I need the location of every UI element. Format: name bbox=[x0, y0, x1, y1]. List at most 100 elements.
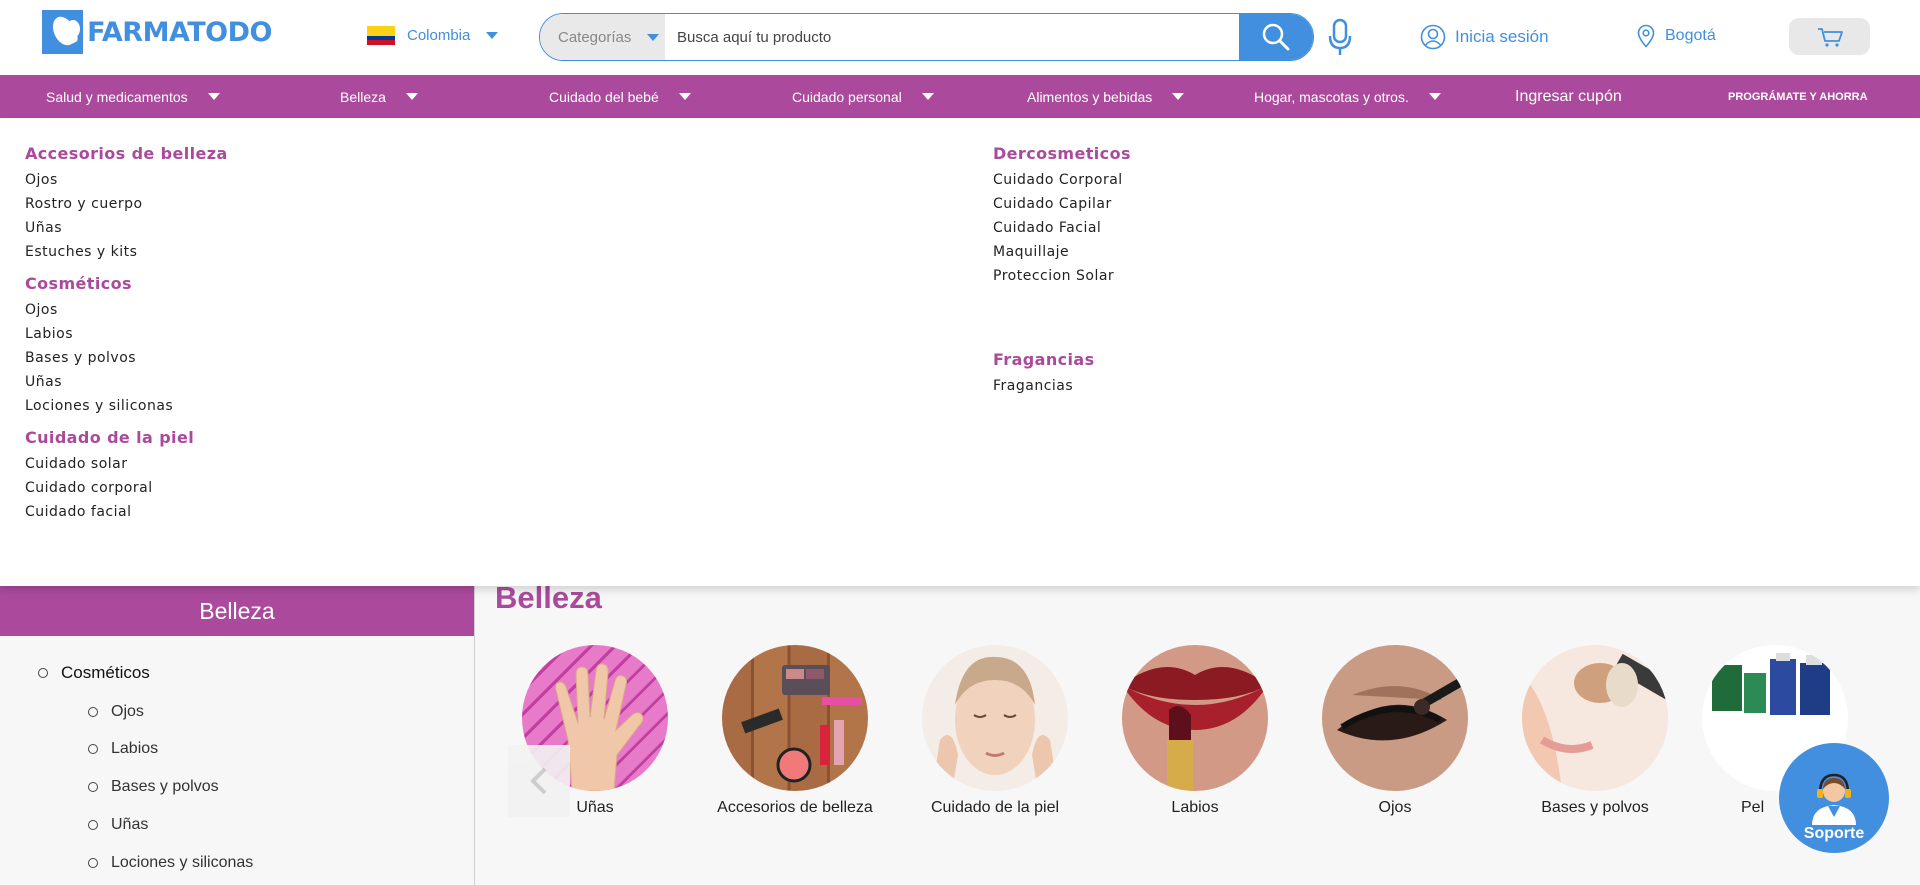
mega-menu-left-column: Accesorios de belleza Ojos Rostro y cuer… bbox=[25, 142, 228, 532]
sidebar-item-label: Labios bbox=[111, 740, 159, 757]
chevron-left-icon bbox=[530, 767, 547, 795]
nav-item-hogar[interactable]: Hogar, mascotas y otros. bbox=[1254, 75, 1441, 118]
category-card-labios[interactable]: Labios bbox=[1105, 645, 1285, 816]
user-icon bbox=[1420, 24, 1446, 50]
mega-link[interactable]: Rostro y cuerpo bbox=[25, 192, 228, 216]
mega-link[interactable]: Cuidado Capilar bbox=[993, 192, 1131, 216]
mega-group-title[interactable]: Accesorios de belleza bbox=[25, 142, 228, 166]
category-image bbox=[1322, 645, 1468, 791]
nav-item-alimentos[interactable]: Alimentos y bebidas bbox=[1027, 75, 1185, 118]
nav-item-label: Hogar, mascotas y otros. bbox=[1254, 88, 1409, 105]
mega-link[interactable]: Uñas bbox=[25, 370, 228, 394]
logo-mark-icon bbox=[42, 10, 84, 54]
login-label: Inicia sesión bbox=[1455, 27, 1549, 46]
radio-icon bbox=[38, 668, 48, 678]
category-nav: Salud y medicamentos Belleza Cuidado del… bbox=[0, 75, 1920, 118]
category-card-ojos[interactable]: Ojos bbox=[1305, 645, 1485, 816]
mega-link[interactable]: Cuidado Corporal bbox=[993, 168, 1131, 192]
chevron-down-icon bbox=[921, 93, 934, 100]
category-card-accesorios[interactable]: Accesorios de belleza bbox=[705, 645, 885, 816]
category-label: Cuidado de la piel bbox=[930, 799, 1060, 816]
chevron-down-icon bbox=[678, 93, 691, 100]
search-icon bbox=[1262, 23, 1290, 51]
sidebar-item-lociones[interactable]: Lociones y siliconas bbox=[88, 854, 253, 872]
sidebar-item-labios[interactable]: Labios bbox=[88, 740, 158, 758]
chevron-down-icon bbox=[486, 32, 499, 39]
mega-link[interactable]: Maquillaje bbox=[993, 240, 1131, 264]
country-label: Colombia bbox=[407, 27, 471, 44]
radio-icon bbox=[88, 782, 98, 792]
sidebar-item-unas[interactable]: Uñas bbox=[88, 816, 148, 834]
colombia-flag-icon bbox=[367, 26, 395, 45]
sidebar-item-label: Ojos bbox=[111, 703, 144, 720]
radio-icon bbox=[88, 744, 98, 754]
mega-link[interactable]: Bases y polvos bbox=[25, 346, 228, 370]
mega-menu-right-column: Dercosmeticos Cuidado Corporal Cuidado C… bbox=[993, 142, 1131, 406]
radio-icon bbox=[88, 707, 98, 717]
category-image bbox=[722, 645, 868, 791]
location-label: Bogotá bbox=[1665, 27, 1716, 44]
chevron-down-icon bbox=[1172, 93, 1185, 100]
nav-item-salud[interactable]: Salud y medicamentos bbox=[46, 75, 220, 118]
category-select-label: Categorías bbox=[558, 28, 632, 46]
mega-link[interactable]: Ojos bbox=[25, 168, 228, 192]
mega-link[interactable]: Cuidado facial bbox=[25, 500, 228, 524]
location-selector[interactable]: Bogotá bbox=[1637, 24, 1716, 48]
category-image bbox=[1522, 645, 1668, 791]
mega-link[interactable]: Lociones y siliconas bbox=[25, 394, 228, 418]
belleza-mega-menu: Accesorios de belleza Ojos Rostro y cuer… bbox=[0, 118, 1920, 586]
mega-link[interactable]: Ojos bbox=[25, 298, 228, 322]
voice-search-button[interactable] bbox=[1327, 18, 1353, 58]
search-bar: Categorías bbox=[539, 13, 1314, 61]
sidebar-item-cosmeticos[interactable]: Cosméticos bbox=[38, 663, 150, 683]
mega-link[interactable]: Proteccion Solar bbox=[993, 264, 1131, 288]
chevron-down-icon bbox=[1428, 93, 1441, 100]
mega-link[interactable]: Fragancias bbox=[993, 374, 1131, 398]
mega-link[interactable]: Labios bbox=[25, 322, 228, 346]
mega-link[interactable]: Cuidado corporal bbox=[25, 476, 228, 500]
mega-link[interactable]: Uñas bbox=[25, 216, 228, 240]
cart-button[interactable] bbox=[1789, 18, 1870, 55]
mega-group-title[interactable]: Dercosmeticos bbox=[993, 142, 1131, 166]
category-label: Accesorios de belleza bbox=[717, 799, 873, 816]
carousel-prev-button[interactable] bbox=[508, 745, 570, 817]
coupon-link[interactable]: Ingresar cupón bbox=[1515, 75, 1622, 118]
sidebar-item-ojos[interactable]: Ojos bbox=[88, 703, 144, 721]
logo-text: FARMATODO bbox=[87, 16, 272, 48]
location-pin-icon bbox=[1637, 24, 1655, 48]
farmatodo-logo[interactable]: FARMATODO bbox=[42, 8, 272, 56]
mega-link[interactable]: Estuches y kits bbox=[25, 240, 228, 264]
programate-link[interactable]: PROGRÁMATE Y AHORRA bbox=[1728, 75, 1868, 118]
sidebar-item-label: Lociones y siliconas bbox=[111, 854, 254, 871]
search-button[interactable] bbox=[1239, 14, 1313, 60]
sidebar-item-label: Uñas bbox=[111, 816, 149, 833]
mega-link[interactable]: Cuidado Facial bbox=[993, 216, 1131, 240]
nav-item-label: Cuidado personal bbox=[792, 88, 902, 105]
nav-item-cuidado-personal[interactable]: Cuidado personal bbox=[792, 75, 934, 118]
category-select[interactable]: Categorías bbox=[540, 14, 665, 60]
country-selector[interactable]: Colombia bbox=[367, 26, 499, 45]
nav-item-cuidado-bebe[interactable]: Cuidado del bebé bbox=[549, 75, 691, 118]
category-sidebar: Belleza Cosméticos Ojos Labios Bases y p… bbox=[0, 586, 475, 885]
support-button[interactable]: Soporte bbox=[1779, 743, 1889, 853]
category-card-bases[interactable]: Bases y polvos bbox=[1505, 645, 1685, 816]
nav-item-label: Belleza bbox=[340, 88, 386, 105]
nav-item-label: Alimentos y bebidas bbox=[1027, 88, 1153, 105]
nav-item-belleza[interactable]: Belleza bbox=[340, 75, 418, 118]
search-input[interactable] bbox=[665, 14, 1239, 60]
mega-group-title[interactable]: Cosméticos bbox=[25, 272, 228, 296]
chevron-down-icon bbox=[207, 93, 220, 100]
mega-group-title[interactable]: Fragancias bbox=[993, 348, 1131, 372]
mega-group-title[interactable]: Cuidado de la piel bbox=[25, 426, 228, 450]
category-label: Labios bbox=[1171, 799, 1219, 816]
radio-icon bbox=[88, 858, 98, 868]
sidebar-item-label: Cosméticos bbox=[61, 663, 150, 682]
sidebar-item-bases[interactable]: Bases y polvos bbox=[88, 778, 219, 796]
site-header: FARMATODO Colombia Categorías Busca aquí… bbox=[0, 0, 1920, 75]
nav-item-label: Cuidado del bebé bbox=[549, 88, 659, 105]
category-image bbox=[1122, 645, 1268, 791]
mega-link[interactable]: Cuidado solar bbox=[25, 452, 228, 476]
category-card-cuidado-piel[interactable]: Cuidado de la piel bbox=[905, 645, 1085, 816]
login-link[interactable]: Inicia sesión bbox=[1420, 24, 1549, 50]
sidebar-item-label: Bases y polvos bbox=[111, 778, 219, 795]
